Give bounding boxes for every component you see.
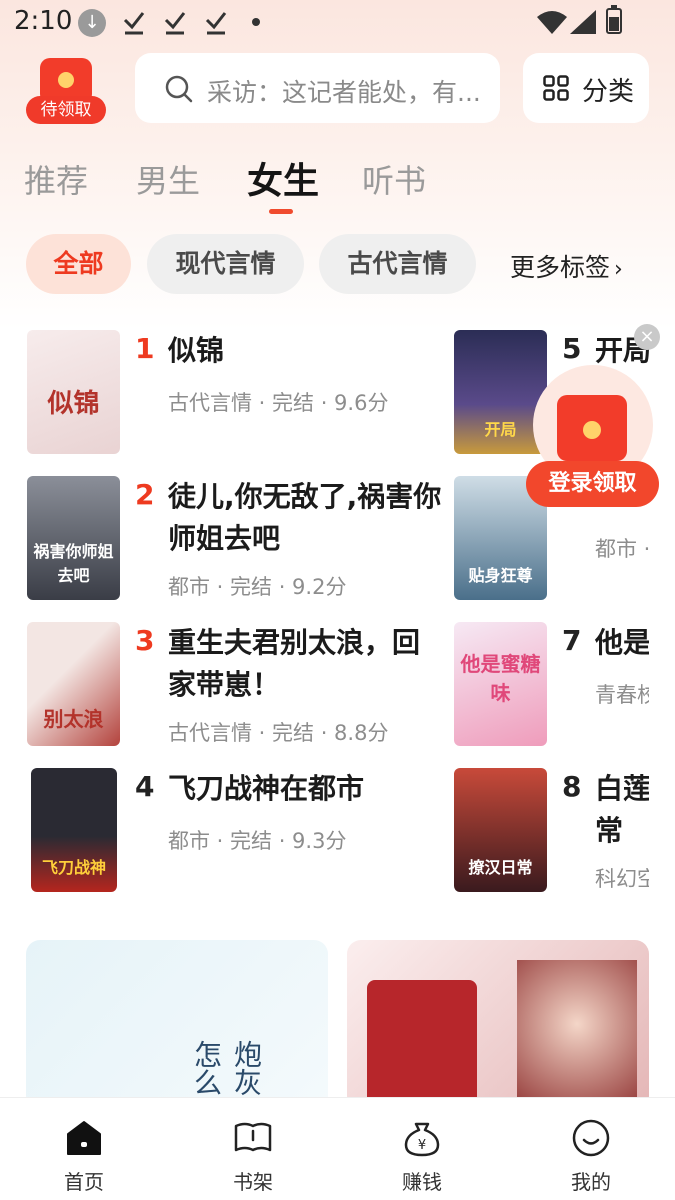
- promo-banner-right[interactable]: [347, 940, 649, 1110]
- book-list-right-column: 开局 5 开局 贴身狂尊 6 都市 · 他是蜜糖味 7 他是 青春校 撩汉日常 …: [454, 0, 649, 1100]
- chip-modern-romance[interactable]: 现代言情: [147, 234, 304, 294]
- chip-ancient-romance[interactable]: 古代言情: [319, 234, 476, 294]
- nav-home[interactable]: 首页: [24, 1098, 144, 1200]
- tab-male[interactable]: 男生: [136, 156, 200, 202]
- book-title: 重生夫君别太浪，回家带崽！: [168, 626, 421, 701]
- cover-title: 贴身狂尊: [468, 566, 533, 585]
- home-icon: [67, 1121, 101, 1155]
- book-meta: 都市 · 完结 · 9.3分: [168, 829, 347, 853]
- profile-icon: [572, 1119, 610, 1157]
- book-title: 徒儿,你无敌了,祸害你师姐去吧: [168, 480, 442, 555]
- book-meta: 古代言情 · 完结 · 8.8分: [168, 721, 389, 745]
- login-claim-button[interactable]: 登录领取: [526, 461, 659, 507]
- nav-label: 我的: [571, 1170, 611, 1194]
- redpacket-label: 待领取: [26, 96, 106, 124]
- book-item[interactable]: 祸害你师姐去吧 2 徒儿,你无敌了,祸害你师姐去吧 都市 · 完结 · 9.2分: [27, 476, 447, 602]
- nav-label: 书架: [233, 1170, 273, 1194]
- download-icon: ↓: [78, 9, 106, 37]
- book-cover: 似锦: [27, 330, 120, 454]
- banner-text: 炮灰: [230, 1040, 263, 1096]
- close-icon[interactable]: ×: [634, 324, 660, 350]
- check-icon: [123, 12, 145, 35]
- book-rank: 7: [562, 624, 582, 657]
- book-item[interactable]: 似锦 1 似锦 古代言情 · 完结 · 9.6分: [27, 330, 447, 456]
- nav-label: 首页: [64, 1170, 104, 1194]
- book-cover: 撩汉日常: [454, 768, 547, 892]
- nav-earn[interactable]: ¥ 赚钱: [362, 1098, 482, 1200]
- bottom-navigation: 首页 书架 ¥ 赚钱 我的: [0, 1097, 675, 1200]
- book-title: 他是: [595, 626, 649, 659]
- nav-profile[interactable]: 我的: [531, 1098, 651, 1200]
- check-icon: [205, 12, 227, 35]
- book-meta: 青春校: [595, 683, 649, 707]
- book-cover: 祸害你师姐去吧: [27, 476, 120, 600]
- book-item[interactable]: 他是蜜糖味 7 他是 青春校: [454, 622, 649, 748]
- redpacket-icon: [557, 395, 627, 461]
- status-time: 2:10: [14, 6, 73, 36]
- book-rank: 5: [562, 332, 582, 365]
- book-cover: 飞刀战神: [31, 768, 117, 892]
- book-cover: 他是蜜糖味: [454, 622, 547, 746]
- tab-recommend[interactable]: 推荐: [24, 156, 88, 202]
- book-meta: 都市 ·: [595, 537, 649, 561]
- active-tab-indicator: [269, 209, 293, 214]
- bookshelf-icon: [234, 1122, 272, 1152]
- nav-label: 赚钱: [402, 1170, 442, 1194]
- book-meta: 都市 · 完结 · 9.2分: [168, 575, 347, 599]
- book-item[interactable]: 别太浪 3 重生夫君别太浪，回家带崽！ 古代言情 · 完结 · 8.8分: [27, 622, 447, 748]
- banner-art: [367, 980, 477, 1110]
- book-cover: 别太浪: [27, 622, 120, 746]
- book-rank: 8: [562, 770, 582, 803]
- chip-all[interactable]: 全部: [26, 234, 131, 294]
- cover-title: 他是蜜糖味: [460, 652, 541, 705]
- cover-title: 撩汉日常: [468, 858, 533, 877]
- book-title: 似锦: [168, 334, 225, 367]
- banner-art: [517, 960, 637, 1110]
- promo-banner-left[interactable]: 怎么 炮灰: [26, 940, 328, 1110]
- book-rank: 4: [135, 770, 155, 803]
- search-placeholder: 采访：这记者能处，有...: [207, 78, 481, 107]
- money-bag-icon: ¥: [404, 1122, 440, 1157]
- cover-title: 别太浪: [43, 707, 104, 731]
- search-icon: [165, 75, 193, 103]
- book-item[interactable]: 撩汉日常 8 白莲常 科幻空: [454, 768, 649, 894]
- book-meta: 科幻空: [595, 867, 649, 891]
- book-item[interactable]: 飞刀战神 4 飞刀战神在都市 都市 · 完结 · 9.3分: [27, 768, 447, 894]
- cover-title: 飞刀战神: [41, 858, 106, 877]
- check-icon: [164, 12, 186, 35]
- book-rank: 1: [135, 332, 155, 365]
- banner-text: 怎么: [190, 1040, 223, 1096]
- tab-audiobook[interactable]: 听书: [362, 156, 426, 202]
- book-meta: 古代言情 · 完结 · 9.6分: [168, 391, 389, 415]
- notification-dot-icon: [252, 18, 260, 26]
- book-rank: 2: [135, 478, 155, 511]
- svg-text:¥: ¥: [418, 1138, 426, 1153]
- search-input[interactable]: 采访：这记者能处，有...: [135, 53, 500, 123]
- cover-title: 似锦: [47, 389, 100, 419]
- book-title: 飞刀战神在都市: [168, 772, 365, 805]
- tab-female[interactable]: 女生: [247, 152, 319, 204]
- book-rank: 3: [135, 624, 155, 657]
- book-title: 白莲常: [595, 772, 649, 847]
- cover-title: 祸害你师姐去吧: [33, 542, 114, 585]
- nav-bookshelf[interactable]: 书架: [193, 1098, 313, 1200]
- pending-redpacket-button[interactable]: 待领取: [26, 58, 106, 124]
